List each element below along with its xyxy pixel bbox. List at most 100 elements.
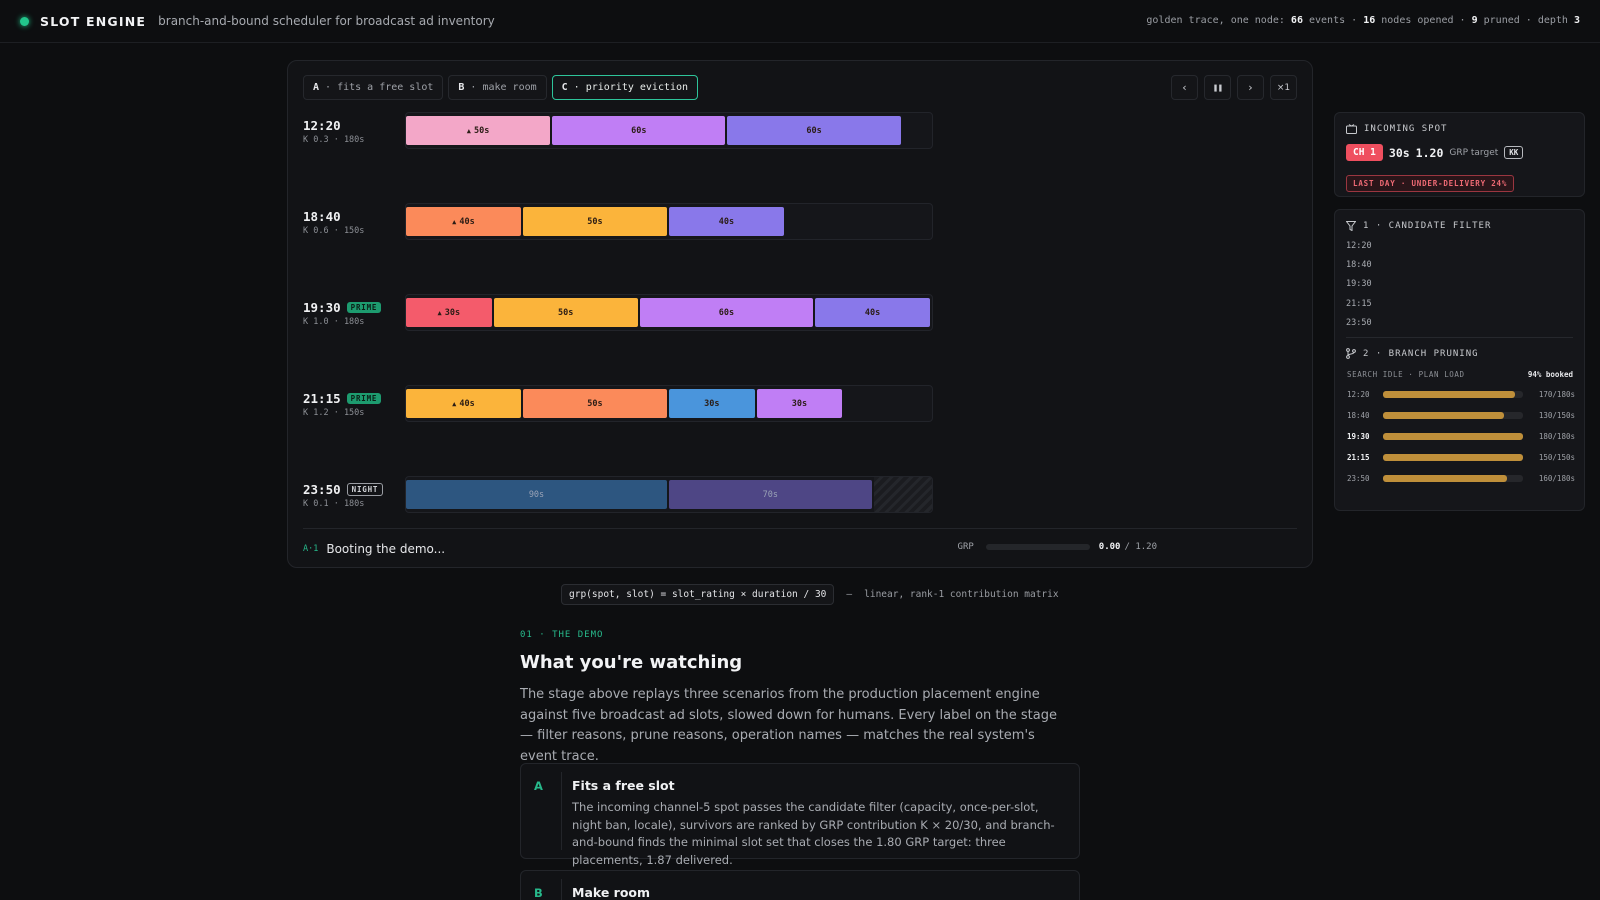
lock-icon: ▲ — [452, 217, 457, 226]
scenario-card-a: A Fits a free slot The incoming channel-… — [520, 763, 1080, 867]
booked-spot[interactable]: 30s — [756, 389, 843, 418]
trace-stats: golden trace, one node: 66 events · 16 n… — [1146, 15, 1580, 26]
slot-label: 23:50 NIGHT K 0.1 · 180s — [303, 482, 384, 509]
booked-spot[interactable]: 70s — [669, 480, 872, 509]
grp-target-label: GRP target — [1449, 147, 1499, 158]
slot-time: 21:15 — [303, 391, 341, 406]
formula-code: grp(spot, slot) = slot_rating × duration… — [561, 584, 835, 605]
playback-controls: ‹ ❚❚ › ×1 — [1171, 75, 1297, 100]
candidate-item: 19:30 — [1346, 279, 1372, 290]
booked-spot[interactable]: ▲ 30s — [406, 298, 492, 327]
candidate-item: 18:40 — [1346, 260, 1372, 271]
booked-spot[interactable]: 50s — [522, 207, 667, 236]
slot-time: 23:50 — [303, 482, 341, 497]
slot-track: ▲ 40s 50s 30s 30s — [405, 385, 933, 422]
card-title: Make room — [572, 885, 651, 900]
load-bar — [1383, 390, 1523, 398]
load-bar — [1383, 432, 1523, 440]
booked-spot[interactable]: 60s — [639, 298, 814, 327]
stage: A · fits a free slot B · make room C · priorit… — [287, 60, 1585, 568]
slot-badge: PRIME — [346, 302, 382, 313]
demo-section: 01 · THE DEMO What you're watching The s… — [520, 630, 1080, 767]
load-bar — [1383, 411, 1523, 419]
stage-footer: A·1 Booting the demo... GRP 0.00 / 1.20 — [303, 528, 1297, 568]
slot-time: 12:20 — [303, 118, 341, 133]
spot-grp: 1.20 — [1415, 145, 1444, 160]
section-title: What you're watching — [520, 652, 743, 673]
unavailable-hatch — [873, 477, 932, 512]
grp-progress-bar — [985, 544, 1090, 550]
booked-spot[interactable]: ▲ 40s — [406, 389, 521, 418]
grp-value: 0.00 — [1098, 542, 1121, 552]
booked-spot[interactable]: ▲ 50s — [406, 116, 551, 145]
booked-spot[interactable]: ▲ 40s — [406, 207, 521, 236]
filter-icon — [1346, 221, 1356, 231]
brand-title: SLOT ENGINE — [40, 13, 147, 29]
step-indicator: A·1 — [303, 543, 319, 554]
status-text: Booting the demo... — [326, 541, 446, 556]
grp-target: / 1.20 — [1124, 542, 1157, 552]
slot-meta: K 0.3 · 180s — [303, 135, 365, 145]
lock-icon: ▲ — [466, 126, 471, 135]
booked-spot[interactable]: 30s — [669, 389, 755, 418]
tab-make-room[interactable]: B · make room — [448, 75, 547, 100]
slot-label: 18:40 K 0.6 · 150s — [303, 209, 364, 236]
incoming-spot-title: INCOMING SPOT — [1346, 124, 1447, 134]
booked-spot[interactable]: 40s — [815, 298, 930, 327]
booked-spot[interactable]: 50s — [493, 298, 638, 327]
slot-track: ▲ 50s 60s 60s — [405, 112, 933, 149]
slot-label: 12:20 K 0.3 · 180s — [303, 118, 364, 145]
status-dot-icon — [20, 16, 29, 26]
plan-load-row: 23:50 160/180s — [1347, 473, 1575, 483]
locale-badge: KK — [1504, 146, 1524, 159]
candidate-item: 21:15 — [1346, 298, 1372, 309]
booked-spot[interactable]: 90s — [406, 480, 667, 509]
card-letter: A — [534, 779, 543, 793]
plan-load-row: 12:20 170/180s — [1347, 389, 1575, 399]
pause-button[interactable]: ❚❚ — [1204, 75, 1231, 100]
slot-track: ▲ 30s 50s 60s 40s — [405, 294, 933, 331]
booked-spot[interactable]: 40s — [669, 207, 784, 236]
speed-button[interactable]: ×1 — [1270, 75, 1297, 100]
plan-load-row: 18:40 130/150s — [1347, 410, 1575, 420]
candidate-filter-title: 1 · CANDIDATE FILTER — [1346, 221, 1491, 231]
candidate-item: 12:20 — [1346, 241, 1372, 251]
card-letter: B — [534, 886, 543, 900]
booked-spot[interactable]: 60s — [727, 116, 901, 145]
plan-load-row: 21:15 150/150s — [1347, 452, 1575, 462]
grp-progress: GRP 0.00 / 1.20 — [957, 542, 1157, 552]
tab-fits-free-slot[interactable]: A · fits a free slot — [303, 75, 444, 100]
tab-priority-eviction[interactable]: C · priority eviction — [551, 75, 699, 100]
slot-time: 19:30 — [303, 300, 341, 315]
slot-meta: K 1.0 · 180s — [303, 317, 365, 327]
slot-meta: K 0.1 · 180s — [303, 499, 365, 509]
slot-meta: K 1.2 · 150s — [303, 408, 365, 418]
booked-spot[interactable]: 50s — [522, 389, 667, 418]
search-panel: 1 · CANDIDATE FILTER 12:20 18:40 19:30 2… — [1334, 209, 1585, 511]
channel-badge: CH 1 — [1346, 144, 1383, 161]
slot-track: ▲ 40s 50s 40s — [405, 203, 933, 240]
slot-label: 21:15 PRIME K 1.2 · 150s — [303, 391, 382, 418]
load-bar — [1383, 453, 1523, 461]
formula-note: linear, rank-1 contribution matrix — [864, 589, 1059, 600]
scenario-card-b: B Make room — [520, 870, 1080, 900]
grp-formula: grp(spot, slot) = slot_rating × duration… — [561, 584, 1059, 605]
tagline: branch-and-bound scheduler for broadcast… — [158, 14, 495, 28]
branch-pruning-title: 2 · BRANCH PRUNING — [1346, 348, 1479, 359]
candidate-item: 23:50 — [1346, 317, 1372, 328]
plan-load-row: 19:30 180/180s — [1347, 431, 1575, 441]
slot-badge: PRIME — [346, 393, 382, 404]
under-delivery-warning: LAST DAY · UNDER-DELIVERY 24% — [1346, 175, 1515, 192]
next-step-button[interactable]: › — [1237, 75, 1264, 100]
slot-badge: NIGHT — [346, 483, 384, 496]
lock-icon: ▲ — [452, 399, 457, 408]
section-paragraph: The stage above replays three scenarios … — [520, 687, 1057, 764]
slot-meta: K 0.6 · 150s — [303, 226, 365, 236]
incoming-spot-panel: INCOMING SPOT CH 1 30s 1.20 GRP target K… — [1334, 112, 1585, 197]
section-eyebrow: 01 · THE DEMO — [520, 630, 604, 640]
spot-duration: 30s — [1388, 145, 1410, 160]
pruning-subtitle: SEARCH IDLE · PLAN LOAD 94% booked — [1347, 370, 1573, 379]
booked-spot[interactable]: 60s — [552, 116, 726, 145]
prev-step-button[interactable]: ‹ — [1171, 75, 1198, 100]
top-bar: SLOT ENGINE branch-and-bound scheduler f… — [0, 0, 1600, 43]
